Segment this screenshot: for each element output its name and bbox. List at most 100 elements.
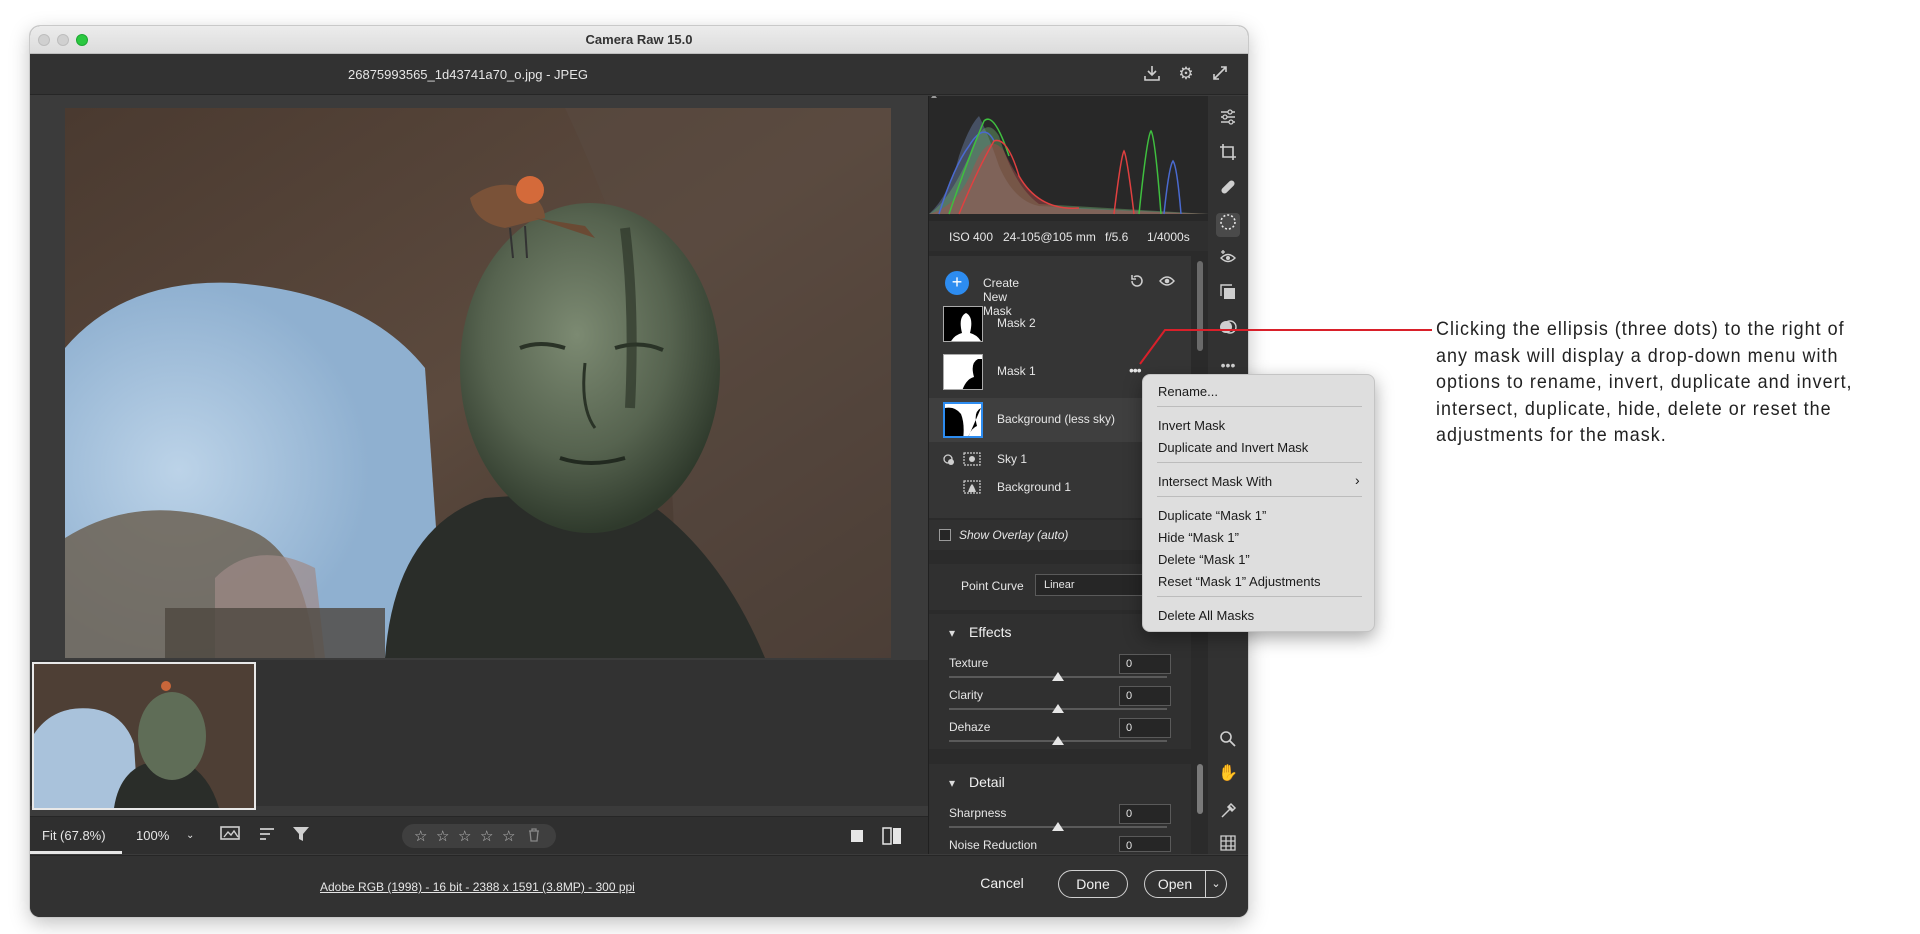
menu-reset-adjustments[interactable]: Reset “Mask 1” Adjustments xyxy=(1158,574,1321,589)
main-photo[interactable] xyxy=(65,108,891,658)
submenu-chevron-icon: › xyxy=(1355,472,1360,488)
filmstrip xyxy=(30,660,928,810)
crop-icon[interactable] xyxy=(1216,143,1240,167)
clarity-slider-thumb[interactable] xyxy=(1052,704,1064,713)
sharpness-value[interactable]: 0 xyxy=(1119,804,1171,824)
camera-raw-window: Camera Raw 15.0 26875993565_1d43741a70_o… xyxy=(30,26,1248,917)
effects-section: ▾ Effects Texture 0 Clarity 0 Dehaze 0 xyxy=(929,614,1191,749)
annotation-text: Clicking the ellipsis (three dots) to th… xyxy=(1436,318,1853,446)
clarity-value[interactable]: 0 xyxy=(1119,686,1171,706)
panel-scrollbar[interactable] xyxy=(1197,764,1203,814)
menu-delete[interactable]: Delete “Mask 1” xyxy=(1158,552,1250,567)
show-overlay-label: Show Overlay (auto) xyxy=(959,528,1069,542)
dehaze-label: Dehaze xyxy=(949,720,991,734)
effects-chevron-icon[interactable]: ▾ xyxy=(949,626,955,640)
fit-active-indicator xyxy=(30,851,122,854)
mask-label: Mask 2 xyxy=(997,316,1036,330)
healing-icon[interactable] xyxy=(1216,178,1240,202)
clarity-label: Clarity xyxy=(949,688,984,702)
exif-shutter: 1/4000s xyxy=(1147,230,1190,244)
cancel-button[interactable]: Cancel xyxy=(972,870,1032,898)
sort-lines-icon[interactable] xyxy=(258,825,276,846)
done-button[interactable]: Done xyxy=(1058,870,1128,898)
dehaze-slider-thumb[interactable] xyxy=(1052,736,1064,745)
menu-hide[interactable]: Hide “Mask 1” xyxy=(1158,530,1239,545)
menu-duplicate[interactable]: Duplicate “Mask 1” xyxy=(1158,508,1266,523)
mask-thumbnail xyxy=(943,306,983,342)
exif-iso: ISO 400 xyxy=(949,230,994,244)
star-1[interactable]: ☆ xyxy=(414,827,427,845)
download-icon[interactable] xyxy=(1142,64,1162,84)
show-overlay-checkbox[interactable] xyxy=(939,529,951,541)
menu-separator xyxy=(1157,496,1362,497)
file-header: 26875993565_1d43741a70_o.jpg - JPEG ⚙ xyxy=(30,54,1248,95)
masking-icon[interactable] xyxy=(1216,213,1240,237)
star-5[interactable]: ☆ xyxy=(502,827,515,845)
zoom-100-button[interactable]: 100% xyxy=(136,828,169,843)
exif-lens: 24-105@105 mm xyxy=(1003,230,1096,244)
star-2[interactable]: ☆ xyxy=(436,827,449,845)
texture-slider-thumb[interactable] xyxy=(1052,672,1064,681)
status-bar: Adobe RGB (1998) - 16 bit - 2388 x 1591 … xyxy=(30,855,1248,917)
zoom-tool-icon[interactable] xyxy=(1216,730,1240,754)
document-info-link[interactable]: Adobe RGB (1998) - 16 bit - 2388 x 1591 … xyxy=(320,880,635,894)
visibility-eye-icon[interactable] xyxy=(1159,273,1175,294)
hand-tool-icon[interactable]: ✋ xyxy=(1216,762,1240,786)
reset-masks-icon[interactable] xyxy=(1129,273,1145,294)
exif-aperture: f/5.6 xyxy=(1105,230,1129,244)
menu-invert-mask[interactable]: Invert Mask xyxy=(1158,418,1225,433)
menu-rename[interactable]: Rename... xyxy=(1158,384,1218,399)
texture-value[interactable]: 0 xyxy=(1119,654,1171,674)
edit-sliders-icon[interactable] xyxy=(1216,108,1240,132)
star-3[interactable]: ☆ xyxy=(458,827,471,845)
snapshots-icon[interactable] xyxy=(1216,318,1240,342)
red-eye-icon[interactable] xyxy=(1216,248,1240,272)
sharpness-label: Sharpness xyxy=(949,806,1007,820)
detail-chevron-icon[interactable]: ▾ xyxy=(949,776,955,790)
subtract-component-icon[interactable] xyxy=(943,453,955,471)
trash-icon[interactable] xyxy=(528,828,540,846)
sky-component-icon xyxy=(963,452,981,471)
rating-stars: ☆ ☆ ☆ ☆ ☆ xyxy=(402,824,556,848)
eyedropper-icon[interactable] xyxy=(1216,802,1240,826)
file-name: 26875993565_1d43741a70_o.jpg - JPEG xyxy=(348,67,588,82)
dehaze-value[interactable]: 0 xyxy=(1119,718,1171,738)
menu-intersect-mask[interactable]: Intersect Mask With xyxy=(1158,474,1272,489)
fullscreen-icon[interactable] xyxy=(1210,64,1230,84)
add-mask-icon[interactable]: + xyxy=(945,271,969,295)
presets-icon[interactable] xyxy=(1216,283,1240,307)
single-view-icon[interactable] xyxy=(850,829,864,846)
mask-label: Mask 1 xyxy=(997,364,1036,378)
app-title: Camera Raw 15.0 xyxy=(585,32,693,47)
effects-title[interactable]: Effects xyxy=(969,624,1012,640)
open-options-chevron-icon[interactable]: ⌄ xyxy=(1205,870,1227,898)
histogram xyxy=(929,94,1209,221)
detail-title[interactable]: Detail xyxy=(969,774,1005,790)
zoom-dropdown-icon[interactable]: ⌄ xyxy=(186,830,194,841)
menu-delete-all[interactable]: Delete All Masks xyxy=(1158,608,1254,623)
view-toolbar: Fit (67.8%) 100% ⌄ ☆ ☆ ☆ ☆ ☆ xyxy=(30,816,928,854)
exif-bar: ISO 400 24-105@105 mm f/5.6 1/4000s xyxy=(929,221,1209,251)
before-after-icon[interactable] xyxy=(882,827,902,848)
component-label: Sky 1 xyxy=(997,452,1028,466)
background-component-icon xyxy=(963,480,981,499)
gear-icon[interactable]: ⚙ xyxy=(1176,64,1196,84)
star-4[interactable]: ☆ xyxy=(480,827,493,845)
filmstrip-thumbnail[interactable] xyxy=(32,662,256,810)
image-sort-icon[interactable] xyxy=(220,825,242,846)
noise-reduction-value[interactable]: 0 xyxy=(1119,836,1171,852)
mask-list-scrollbar[interactable] xyxy=(1197,261,1203,351)
fit-zoom-button[interactable]: Fit (67.8%) xyxy=(42,828,106,843)
title-bar: Camera Raw 15.0 xyxy=(30,26,1248,54)
mask-row-mask-2[interactable]: Mask 2 xyxy=(929,302,1191,346)
open-button[interactable]: Open xyxy=(1144,870,1206,898)
noise-reduction-label: Noise Reduction xyxy=(949,838,1038,852)
mask-ellipsis-icon[interactable]: ••• xyxy=(1129,362,1142,378)
mask-thumbnail xyxy=(943,402,983,438)
menu-separator xyxy=(1157,462,1362,463)
menu-separator xyxy=(1157,406,1362,407)
component-label: Background 1 xyxy=(997,480,1072,494)
sharpness-slider-thumb[interactable] xyxy=(1052,822,1064,831)
menu-duplicate-invert[interactable]: Duplicate and Invert Mask xyxy=(1158,440,1308,455)
filter-icon[interactable] xyxy=(292,825,310,846)
